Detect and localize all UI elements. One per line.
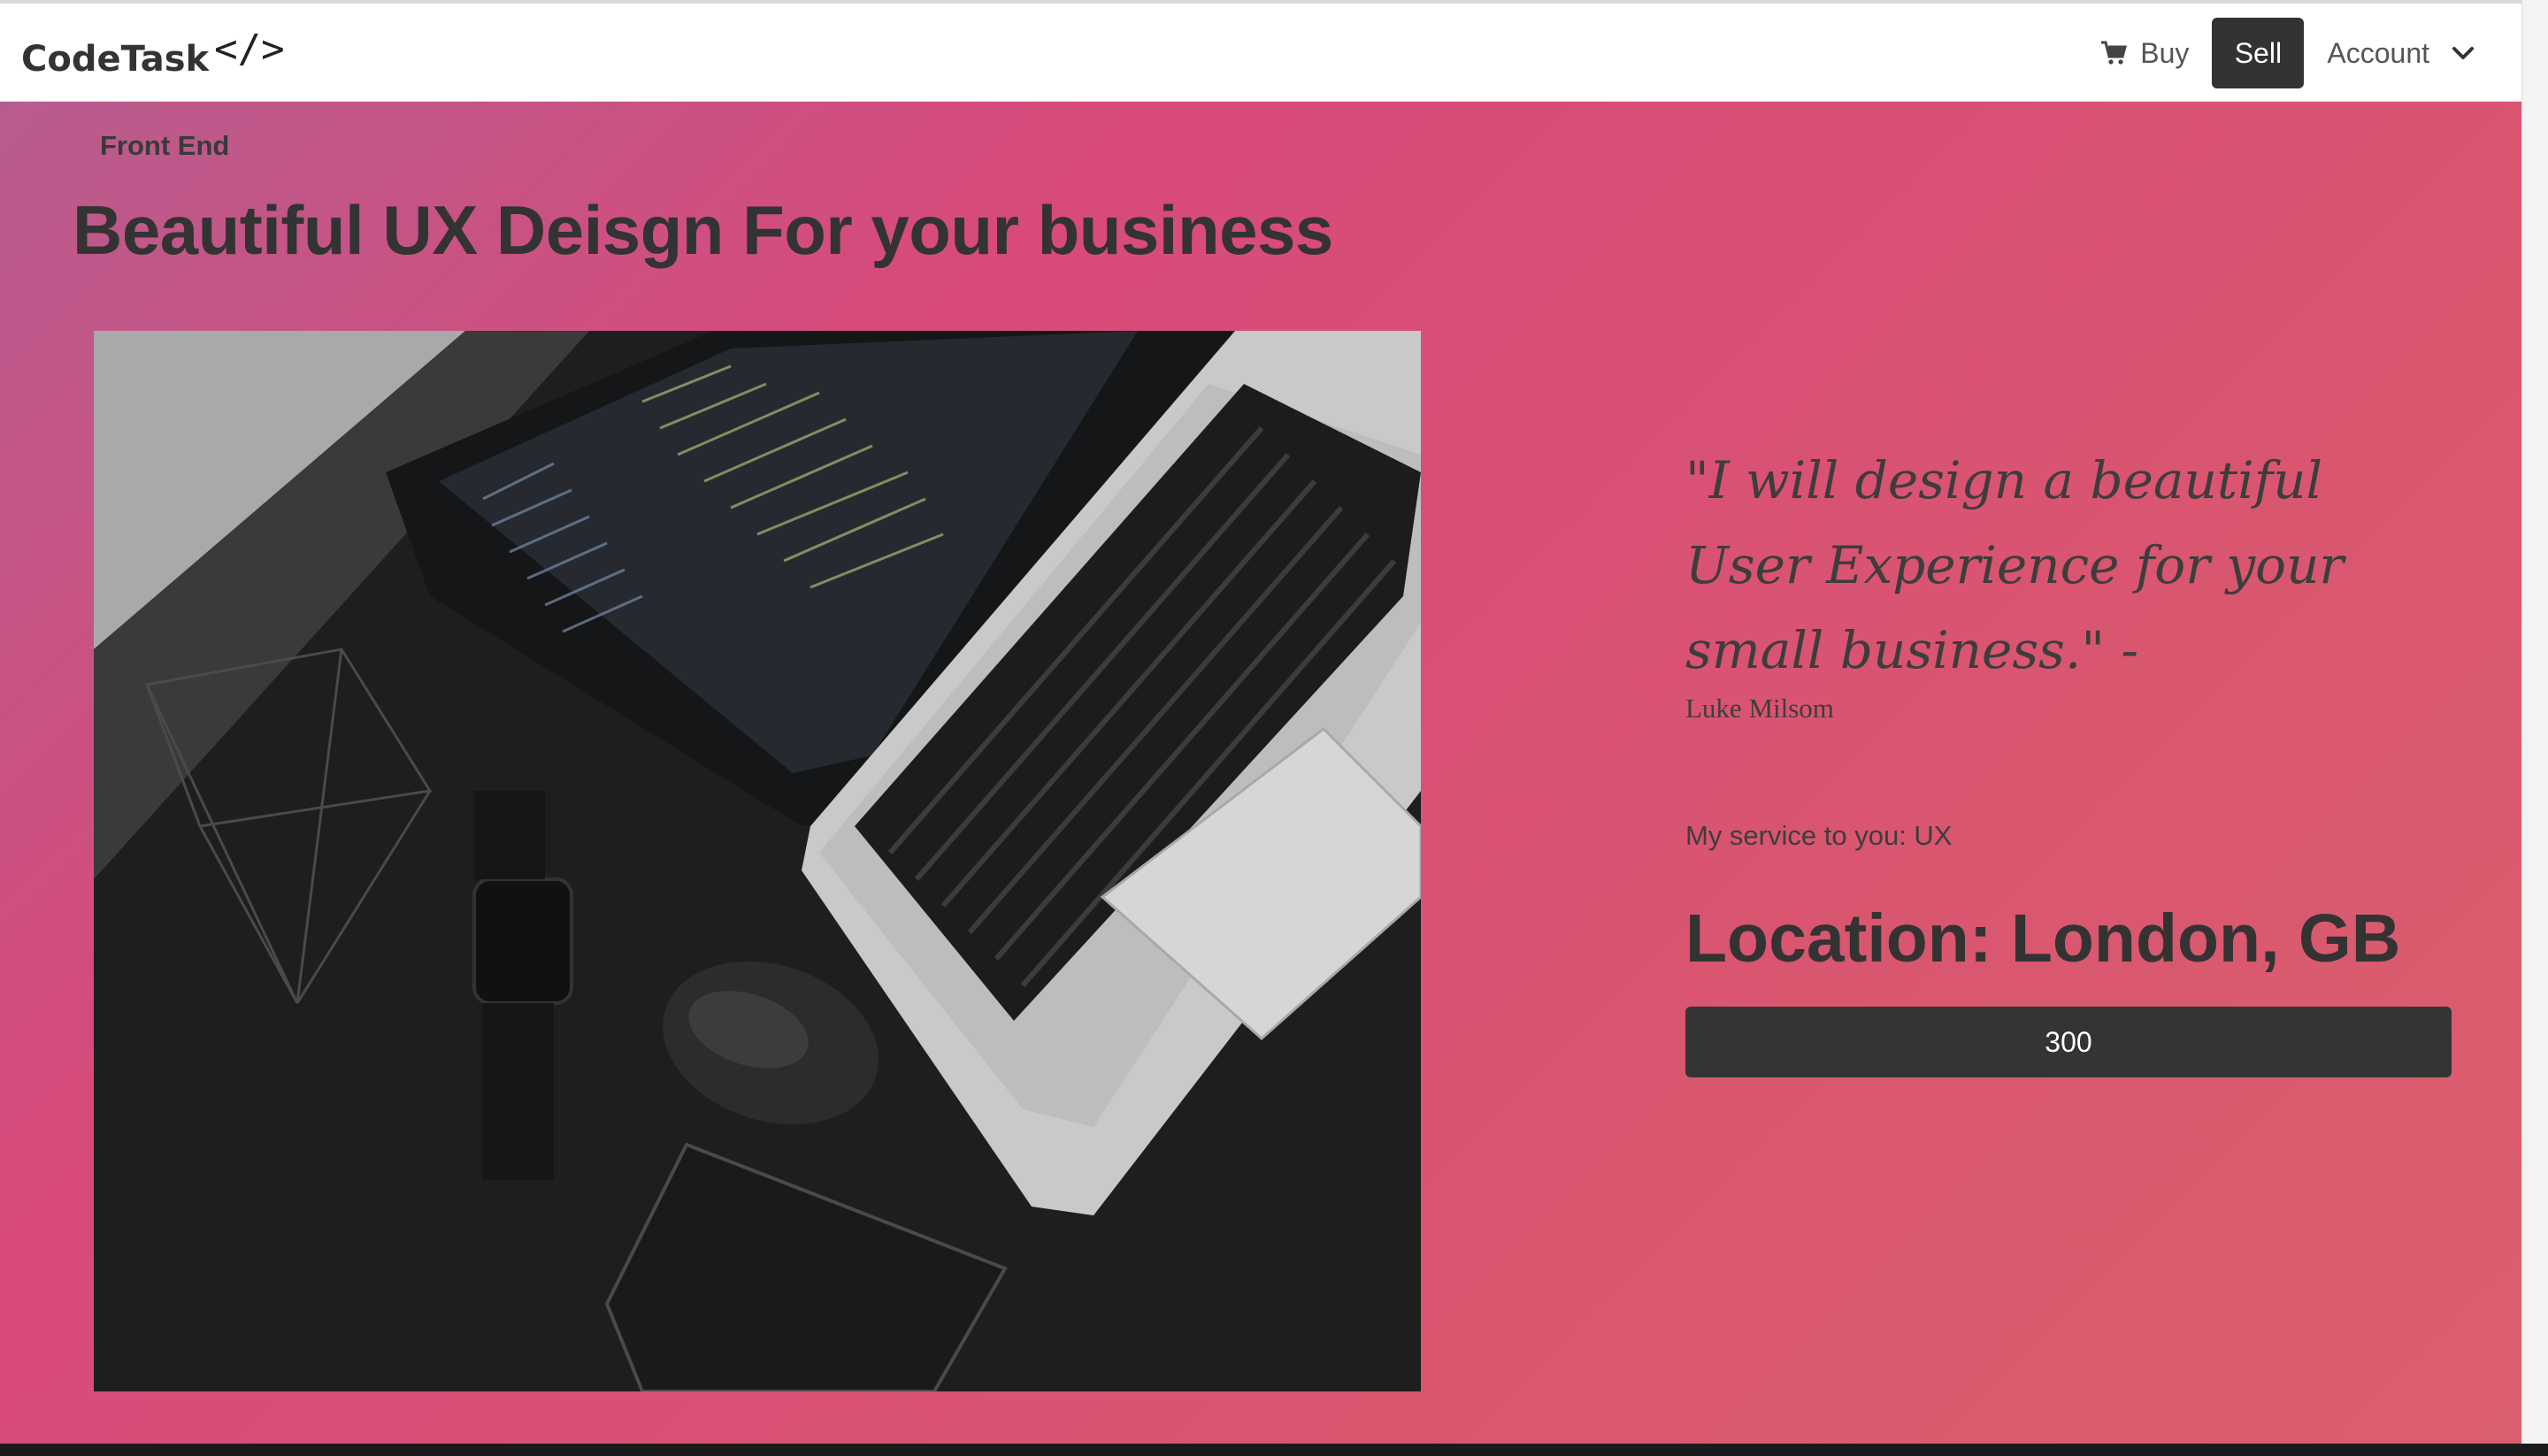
listing-details: "I will design a beautiful User Experien… [1685, 438, 2452, 1077]
seller-name: Luke Milsom [1685, 693, 1834, 724]
scrollbar[interactable] [2521, 0, 2548, 1444]
code-icon: </> [214, 27, 285, 72]
brand-logo[interactable]: CodeTask </> [21, 27, 285, 80]
listing-location: Location: London, GB [1685, 900, 2401, 977]
cart-icon [2099, 39, 2128, 67]
buy-label: Buy [2140, 36, 2190, 69]
listing-hero: Front End Beautiful UX Deisgn For your b… [0, 102, 2521, 1444]
sell-button[interactable]: Sell [2212, 18, 2305, 88]
account-label: Account [2327, 36, 2429, 69]
listing-image [94, 331, 1421, 1391]
service-type: My service to you: UX [1685, 820, 1953, 851]
chevron-down-icon [2451, 41, 2475, 65]
listing-title: Beautiful UX Deisgn For your business [73, 191, 1333, 269]
listing-category: Front End [100, 130, 230, 161]
seller-quote: "I will design a beautiful User Experien… [1685, 450, 2345, 680]
buy-link[interactable]: Buy [2099, 37, 2189, 70]
price-button[interactable]: 300 [1685, 1007, 2452, 1077]
navbar: CodeTask </> Buy Sell Account [0, 4, 2521, 102]
account-dropdown[interactable]: Account [2327, 37, 2475, 70]
brand-name: CodeTask [21, 39, 210, 80]
page-bottom-edge [0, 1444, 2548, 1456]
nav-links: Buy Sell Account [2099, 18, 2475, 88]
